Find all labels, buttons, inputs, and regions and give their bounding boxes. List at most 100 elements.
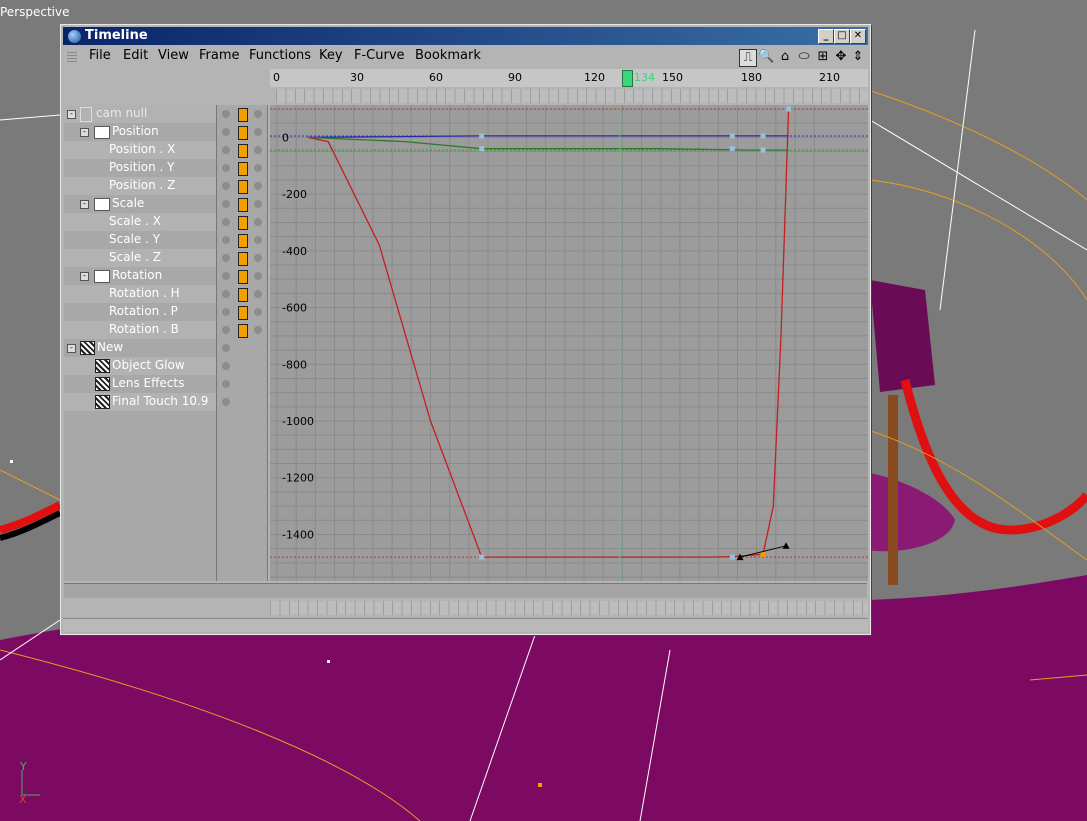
film-icon[interactable] <box>238 270 248 284</box>
film-icon[interactable] <box>238 288 248 302</box>
collapse-icon[interactable]: - <box>80 128 89 137</box>
collapse-icon[interactable]: - <box>80 200 89 209</box>
collapse-icon[interactable]: - <box>67 344 76 353</box>
ruler-tick: 30 <box>350 71 364 84</box>
ruler-tick: 150 <box>662 71 683 84</box>
status-dot[interactable] <box>254 272 262 280</box>
status-dot[interactable] <box>222 398 230 406</box>
film-icon[interactable] <box>238 108 248 122</box>
film-icon[interactable] <box>238 198 248 212</box>
menu-fcurve[interactable]: F-Curve <box>354 48 405 63</box>
status-dot[interactable] <box>254 236 262 244</box>
tree-row-scale-x[interactable]: Scale . X <box>64 213 216 231</box>
frame-strip[interactable] <box>276 89 868 103</box>
film-icon[interactable] <box>238 324 248 338</box>
status-dot[interactable] <box>222 344 230 352</box>
move-icon[interactable]: ✥ <box>833 49 849 65</box>
tree-row-scale-y[interactable]: Scale . Y <box>64 231 216 249</box>
film-icon[interactable] <box>238 126 248 140</box>
menu-bookmark[interactable]: Bookmark <box>415 48 481 63</box>
collapse-icon[interactable]: - <box>67 110 76 119</box>
fcurve-chart[interactable]: 0 -200 -400 -600 -800 -1000 -1200 -1400 <box>270 105 868 581</box>
time-ruler[interactable]: 0 30 60 90 120 150 180 210 134 <box>270 69 868 87</box>
tree-row-position-x[interactable]: Position . X <box>64 141 216 159</box>
minimize-button[interactable]: _ <box>818 29 834 44</box>
film-icon[interactable] <box>238 180 248 194</box>
status-dot[interactable] <box>222 272 230 280</box>
status-dot[interactable] <box>222 146 230 154</box>
status-dot[interactable] <box>222 380 230 388</box>
window-titlebar[interactable]: Timeline _ □ ✕ <box>63 27 868 45</box>
tree-row-new[interactable]: - New <box>64 339 216 357</box>
status-dot[interactable] <box>254 146 262 154</box>
tree-row-rotation-h[interactable]: Rotation . H <box>64 285 216 303</box>
menu-edit[interactable]: Edit <box>123 48 148 63</box>
timeline-window[interactable]: Timeline _ □ ✕ File Edit View Frame Func… <box>60 24 871 635</box>
status-dot[interactable] <box>254 200 262 208</box>
tree-row-cam-null[interactable]: - cam null <box>64 105 216 123</box>
status-dot[interactable] <box>254 290 262 298</box>
tree-row-position-z[interactable]: Position . Z <box>64 177 216 195</box>
status-dot[interactable] <box>222 182 230 190</box>
home-icon[interactable]: ⌂ <box>777 49 793 65</box>
tree-row-scale-z[interactable]: Scale . Z <box>64 249 216 267</box>
status-dot[interactable] <box>222 218 230 226</box>
ellipse-icon[interactable]: ⬭ <box>796 49 812 65</box>
status-dot[interactable] <box>222 128 230 136</box>
folder-icon <box>94 126 110 139</box>
tree-row-position[interactable]: - Position <box>64 123 216 141</box>
status-dot[interactable] <box>254 326 262 334</box>
maximize-button[interactable]: □ <box>834 29 850 44</box>
status-dot[interactable] <box>222 362 230 370</box>
status-dot[interactable] <box>222 164 230 172</box>
playhead-handle[interactable] <box>622 70 633 87</box>
menu-functions[interactable]: Functions <box>249 48 311 63</box>
zoom-icon[interactable]: 🔍 <box>758 49 774 65</box>
track-tree[interactable]: - cam null - Position Position . X Posit… <box>64 105 217 581</box>
film-icon[interactable] <box>238 144 248 158</box>
tree-row-rotation-b[interactable]: Rotation . B <box>64 321 216 339</box>
status-dot[interactable] <box>254 110 262 118</box>
y-tick-label: -800 <box>282 358 307 371</box>
close-button[interactable]: ✕ <box>850 29 866 44</box>
fcurve-editor[interactable]: 0 -200 -400 -600 -800 -1000 -1200 -1400 <box>270 105 868 581</box>
film-icon[interactable] <box>238 234 248 248</box>
status-dot[interactable] <box>254 182 262 190</box>
menu-file[interactable]: File <box>89 48 111 63</box>
collapse-icon[interactable]: - <box>80 272 89 281</box>
status-dot[interactable] <box>222 254 230 262</box>
status-dot[interactable] <box>222 110 230 118</box>
object-magenta-block <box>870 280 935 392</box>
current-frame-label: 134 <box>634 71 655 84</box>
curve-mode-icon[interactable]: ⎍ <box>739 49 757 67</box>
film-icon[interactable] <box>238 216 248 230</box>
tree-row-position-y[interactable]: Position . Y <box>64 159 216 177</box>
status-dot[interactable] <box>222 326 230 334</box>
status-dot[interactable] <box>254 218 262 226</box>
film-icon[interactable] <box>238 252 248 266</box>
status-dot[interactable] <box>254 254 262 262</box>
tree-row-object-glow[interactable]: Object Glow <box>64 357 216 375</box>
status-dot[interactable] <box>254 308 262 316</box>
status-dot[interactable] <box>222 236 230 244</box>
keyframe-point <box>729 554 735 560</box>
status-dot[interactable] <box>254 128 262 136</box>
fit-icon[interactable]: ⊞ <box>815 49 831 65</box>
status-dot[interactable] <box>222 200 230 208</box>
status-dot[interactable] <box>222 308 230 316</box>
film-icon[interactable] <box>238 162 248 176</box>
tree-row-final-touch[interactable]: Final Touch 10.9 <box>64 393 216 411</box>
tree-row-rotation[interactable]: - Rotation <box>64 267 216 285</box>
status-dot[interactable] <box>254 164 262 172</box>
tree-row-scale[interactable]: - Scale <box>64 195 216 213</box>
scroll-icon[interactable]: ⇕ <box>850 49 866 65</box>
menu-view[interactable]: View <box>158 48 189 63</box>
bottom-frame-strip[interactable] <box>270 601 868 615</box>
film-icon[interactable] <box>238 306 248 320</box>
tree-row-rotation-p[interactable]: Rotation . P <box>64 303 216 321</box>
status-dot[interactable] <box>222 290 230 298</box>
menu-frame[interactable]: Frame <box>199 48 240 63</box>
menu-key[interactable]: Key <box>319 48 343 63</box>
tree-row-lens-effects[interactable]: Lens Effects <box>64 375 216 393</box>
fcurve-series-2 <box>307 136 789 151</box>
